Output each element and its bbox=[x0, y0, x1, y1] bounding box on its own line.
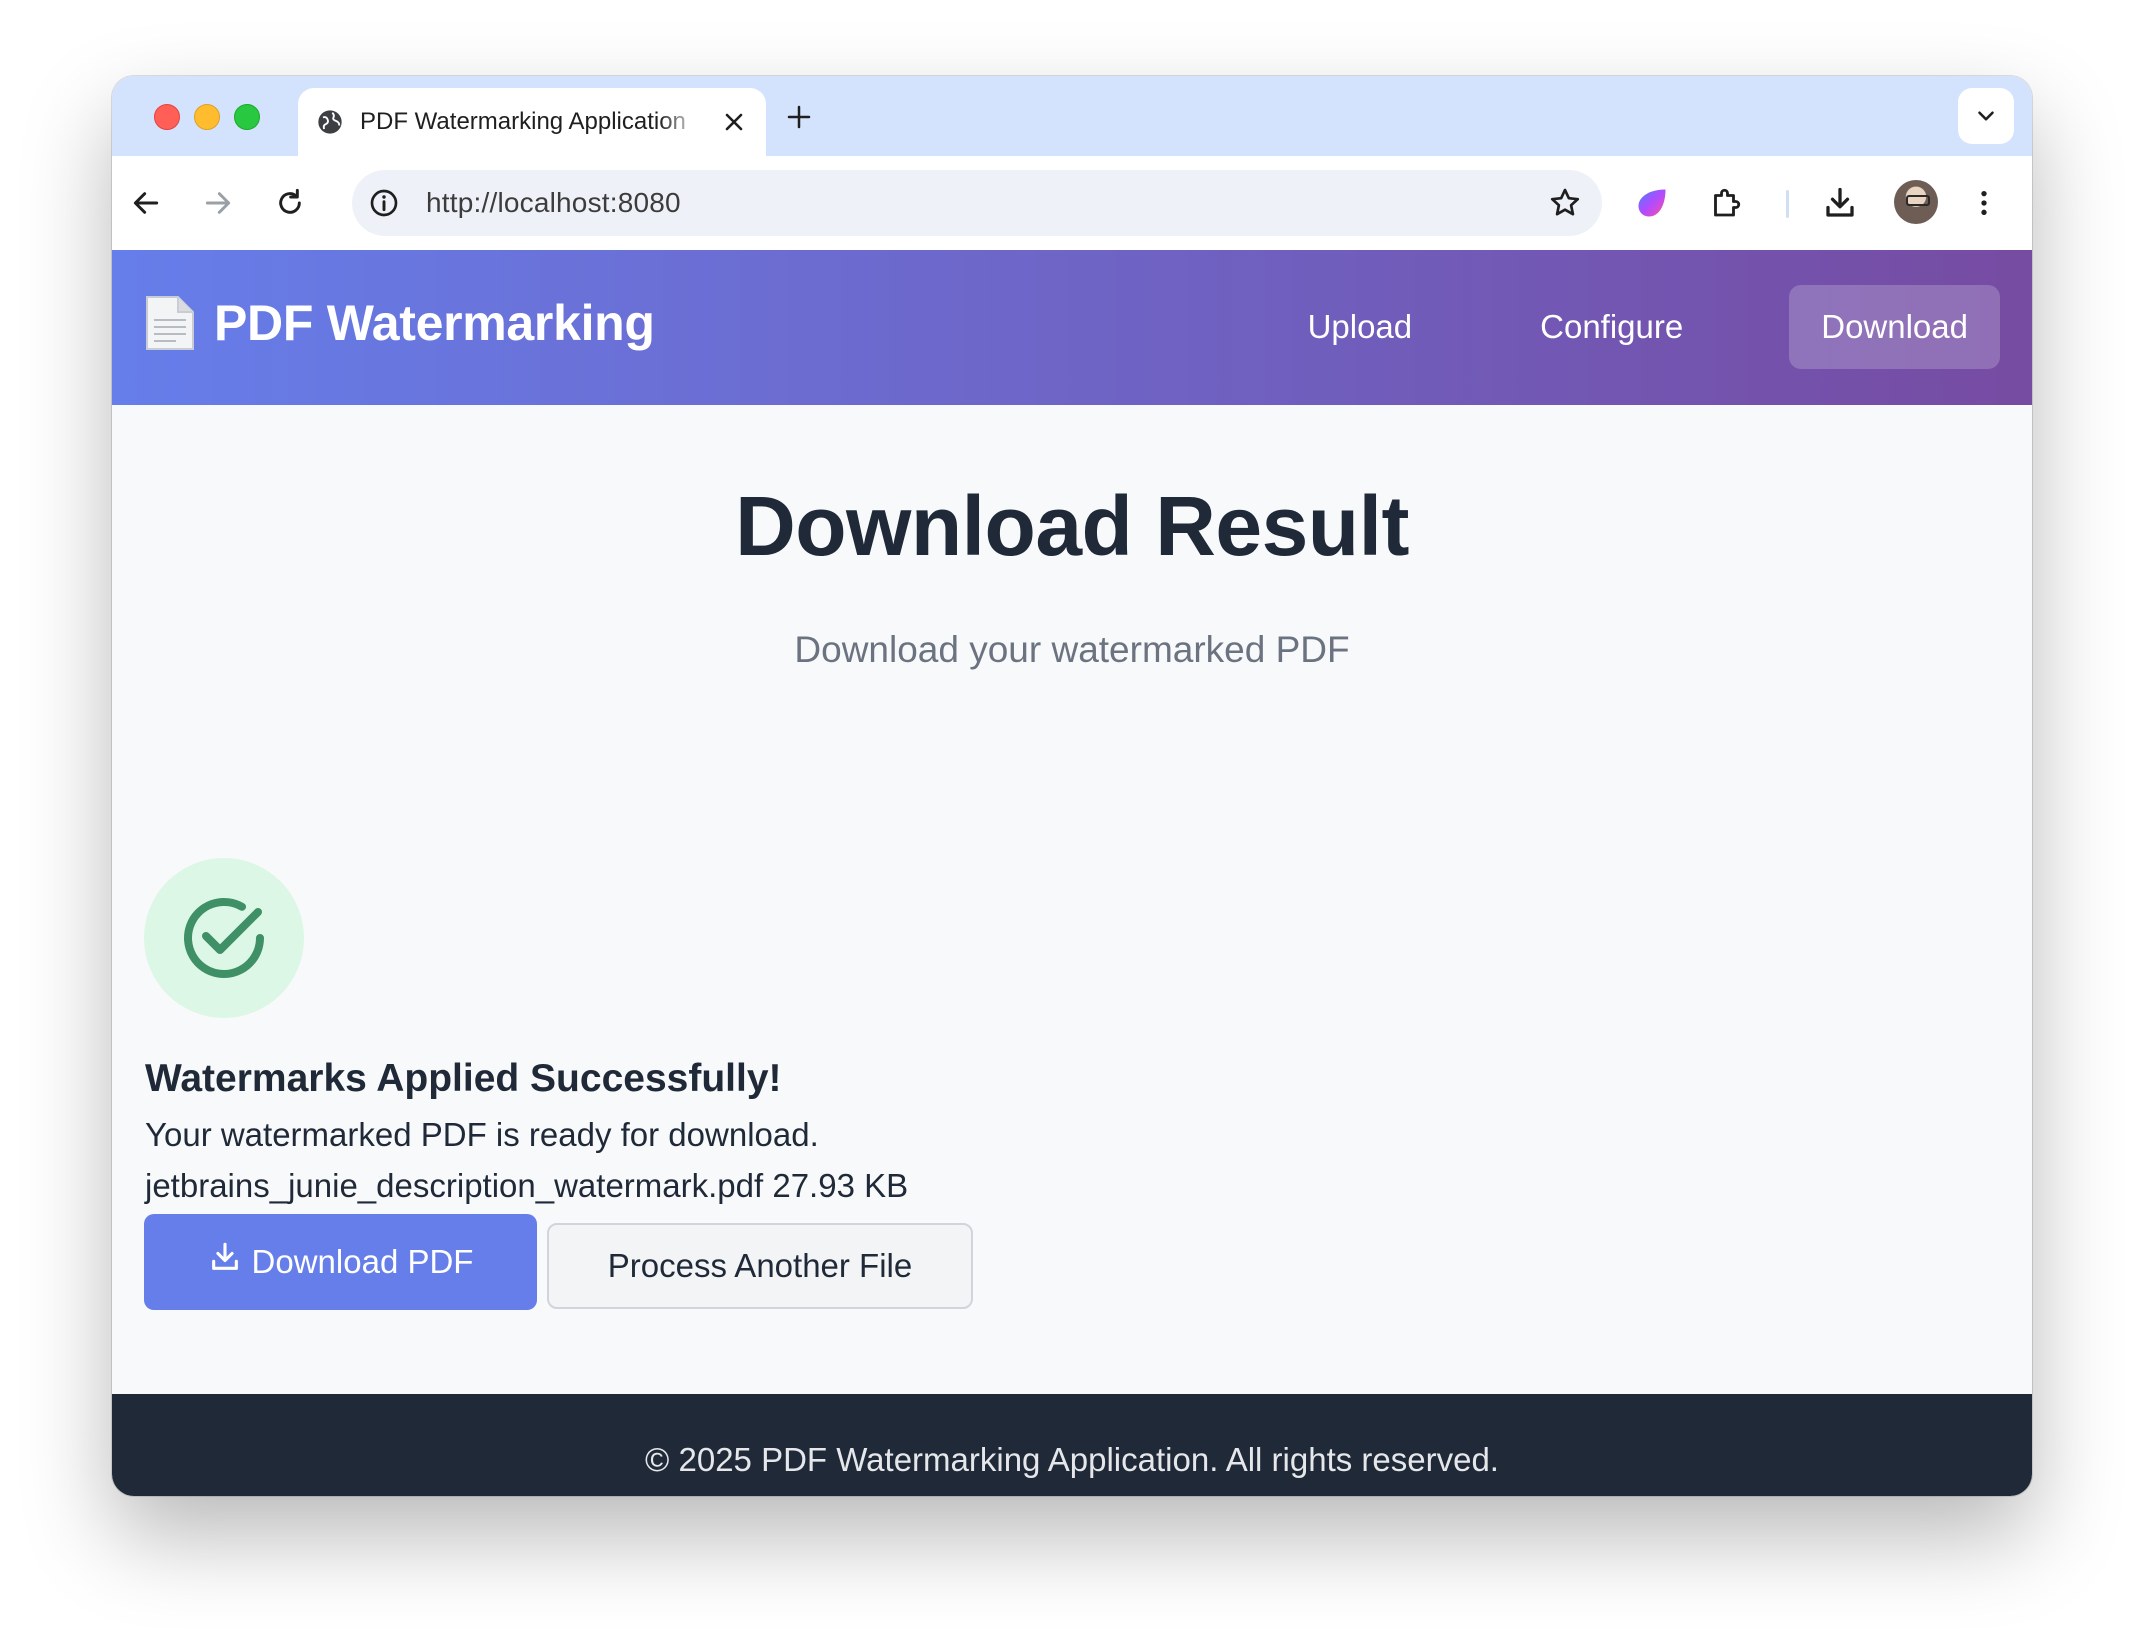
check-circle-icon bbox=[184, 897, 264, 978]
close-tab-icon[interactable] bbox=[720, 108, 748, 136]
bookmark-star-icon[interactable] bbox=[1548, 186, 1582, 220]
footer-text: © 2025 PDF Watermarking Application. All… bbox=[645, 1441, 1499, 1478]
extensions-puzzle-icon[interactable] bbox=[1708, 185, 1744, 221]
brand[interactable]: PDF Watermarking bbox=[144, 294, 655, 352]
maximize-window-button[interactable] bbox=[234, 104, 260, 130]
brand-name: PDF Watermarking bbox=[214, 295, 655, 351]
success-badge bbox=[144, 858, 304, 1018]
page-facing-up-icon bbox=[146, 296, 194, 350]
page-subtitle: Download your watermarked PDF bbox=[794, 629, 1350, 670]
address-bar[interactable]: http://localhost:8080 bbox=[352, 170, 1602, 236]
downloads-icon[interactable] bbox=[1822, 185, 1858, 221]
toolbar-divider bbox=[1786, 190, 1789, 218]
tab-search-button[interactable] bbox=[1958, 88, 2014, 144]
app-header: PDF Watermarking Upload Configure Downlo… bbox=[112, 250, 2032, 405]
page-title: Download Result bbox=[735, 479, 1409, 573]
browser-toolbar: http://localhost:8080 bbox=[112, 156, 2032, 251]
download-pdf-label: Download PDF bbox=[251, 1243, 474, 1280]
file-name: jetbrains_junie_description_watermark.pd… bbox=[145, 1167, 764, 1204]
chevron-down-icon bbox=[1978, 111, 1994, 121]
close-window-button[interactable] bbox=[154, 104, 180, 130]
reload-icon[interactable] bbox=[274, 187, 306, 219]
download-icon bbox=[211, 1242, 238, 1270]
url-text: http://localhost:8080 bbox=[426, 187, 681, 218]
success-title: Watermarks Applied Successfully! bbox=[145, 1057, 782, 1100]
nav-upload[interactable]: Upload bbox=[1276, 285, 1445, 369]
process-another-label: Process Another File bbox=[607, 1247, 913, 1284]
tab-strip: PDF Watermarking Application bbox=[112, 76, 2032, 156]
forward-arrow-icon[interactable] bbox=[202, 187, 234, 219]
success-message: Your watermarked PDF is ready for downlo… bbox=[145, 1116, 819, 1153]
file-size: 27.93 KB bbox=[772, 1167, 909, 1204]
main-nav: Upload Configure Download bbox=[1212, 285, 2000, 369]
profile-avatar[interactable] bbox=[1894, 180, 1938, 224]
tab-title: PDF Watermarking Application bbox=[360, 108, 686, 135]
process-another-file-button[interactable]: Process Another File bbox=[547, 1223, 973, 1309]
browser-window: PDF Watermarking Application http://loca… bbox=[112, 76, 2032, 1496]
download-pdf-button[interactable]: Download PDF bbox=[144, 1214, 537, 1310]
page-content: PDF Watermarking Upload Configure Downlo… bbox=[112, 250, 2032, 1496]
file-info: jetbrains_junie_description_watermark.pd… bbox=[145, 1167, 908, 1205]
nav-download[interactable]: Download bbox=[1789, 285, 2000, 369]
minimize-window-button[interactable] bbox=[194, 104, 220, 130]
more-menu-icon[interactable] bbox=[1968, 187, 2000, 219]
browser-tab[interactable]: PDF Watermarking Application bbox=[298, 88, 766, 156]
globe-icon bbox=[318, 110, 342, 134]
nav-configure[interactable]: Configure bbox=[1508, 285, 1715, 369]
extension-drop-icon[interactable] bbox=[1634, 185, 1670, 221]
new-tab-icon[interactable] bbox=[784, 102, 814, 132]
site-info-icon[interactable] bbox=[368, 187, 400, 219]
back-arrow-icon[interactable] bbox=[130, 187, 162, 219]
